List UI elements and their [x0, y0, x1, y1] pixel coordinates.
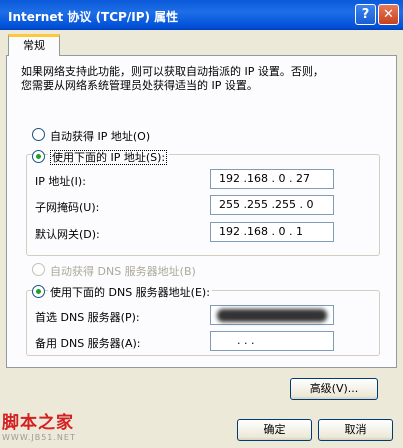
manual-ip-label[interactable]: 使用下面的 IP 地址(S):: [50, 150, 168, 165]
cancel-button[interactable]: 取消: [318, 419, 393, 441]
auto-ip-label[interactable]: 自动获得 IP 地址(O): [50, 128, 150, 144]
window-title: Internet 协议 (TCP/IP) 属性: [8, 10, 179, 24]
alternate-dns-field[interactable]: . . .: [210, 331, 334, 351]
manual-dns-legend: 使用下面的 DNS 服务器地址(E):: [48, 284, 212, 300]
close-button[interactable]: ✕: [378, 4, 399, 25]
watermark-logo-text: 脚本之家: [2, 413, 74, 433]
radio-auto-dns[interactable]: [32, 263, 45, 276]
help-button[interactable]: ?: [355, 4, 376, 25]
ok-button[interactable]: 确定: [237, 419, 312, 441]
close-icon: ✕: [383, 7, 394, 22]
manual-ip-legend: 使用下面的 IP 地址(S):: [48, 149, 170, 165]
alternate-dns-label: 备用 DNS 服务器(A):: [35, 337, 141, 350]
auto-dns-label[interactable]: 自动获得 DNS 服务器地址(B): [50, 263, 196, 279]
radio-auto-ip[interactable]: [32, 128, 45, 141]
default-gateway-label: 默认网关(D):: [35, 228, 100, 241]
radio-manual-dns[interactable]: [32, 285, 45, 298]
redacted-blur: [217, 309, 327, 322]
description-line-1: 如果网络支持此功能，则可以获取自动指派的 IP 设置。否则，: [21, 65, 324, 78]
ip-address-label: IP 地址(I):: [35, 175, 86, 188]
manual-dns-label[interactable]: 使用下面的 DNS 服务器地址(E):: [50, 286, 210, 299]
subnet-mask-label: 子网掩码(U):: [35, 201, 100, 214]
default-gateway-field[interactable]: 192 .168 . 0 . 1: [210, 222, 334, 242]
preferred-dns-field[interactable]: [210, 305, 334, 325]
watermark: 脚本之家 WWW.JB51.NET: [2, 408, 76, 442]
title-bar[interactable]: Internet 协议 (TCP/IP) 属性 ? ✕: [0, 0, 403, 30]
help-icon: ?: [361, 7, 370, 22]
description-text: 如果网络支持此功能，则可以获取自动指派的 IP 设置。否则， 您需要从网络系统管…: [21, 65, 381, 93]
subnet-mask-field[interactable]: 255 .255 .255 . 0: [210, 195, 334, 215]
advanced-button[interactable]: 高级(V)...: [290, 378, 378, 400]
description-line-2: 您需要从网络系统管理员处获得适当的 IP 设置。: [21, 79, 258, 92]
preferred-dns-label: 首选 DNS 服务器(P):: [35, 311, 140, 324]
ip-address-field[interactable]: 192 .168 . 0 . 27: [210, 169, 334, 189]
tab-general[interactable]: 常规: [8, 34, 60, 56]
watermark-url-text: WWW.JB51.NET: [2, 433, 76, 442]
radio-manual-ip[interactable]: [32, 150, 45, 163]
tab-panel-general: 如果网络支持此功能，则可以获取自动指派的 IP 设置。否则， 您需要从网络系统管…: [6, 55, 397, 400]
